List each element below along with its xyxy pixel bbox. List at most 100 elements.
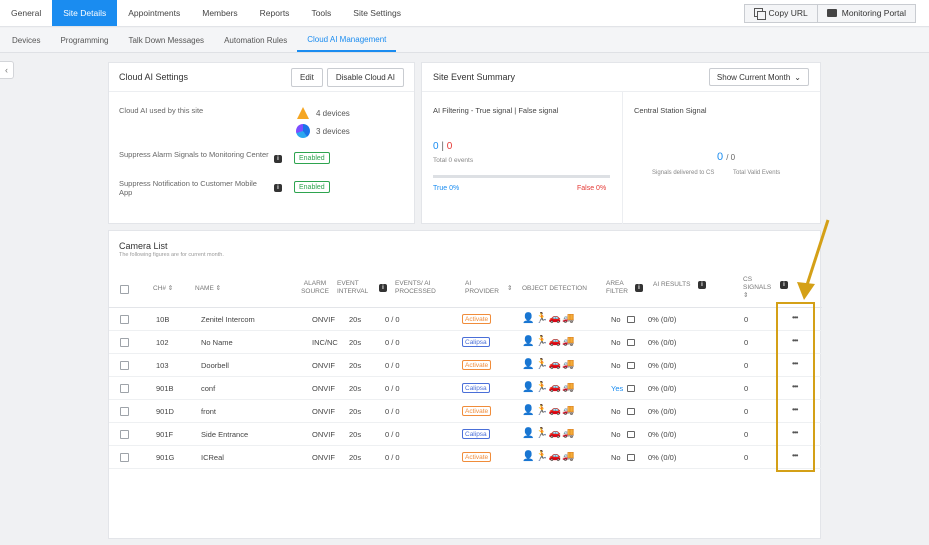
alarm-source-cell: ONVIF [312, 453, 335, 462]
tab-talk-down-messages[interactable]: Talk Down Messages [118, 28, 214, 52]
ai-filtering-counts: 0 | 0 [433, 141, 452, 152]
alarm-source-cell: ONVIF [312, 361, 335, 370]
central-station-title: Central Station Signal [634, 106, 707, 115]
header-alarm-source: ALARM SOURCE [301, 280, 329, 295]
area-filter-cell: No [611, 453, 621, 462]
name-cell: front [201, 407, 217, 416]
tab-tools[interactable]: Tools [300, 0, 342, 26]
name-cell: No Name [201, 338, 233, 347]
ai-results-cell: 0% (0/0) [648, 453, 677, 462]
event-interval-cell: 20s [349, 361, 362, 370]
monitoring-portal-button[interactable]: Monitoring Portal [817, 3, 916, 23]
header-cs-signals[interactable]: CS SIGNALS ⇕ [743, 276, 771, 300]
chevron-left-icon: ‹ [5, 65, 8, 75]
sort-icon[interactable]: ⇕ [507, 285, 512, 293]
header-ch[interactable]: CH# ⇕ [153, 285, 173, 293]
copy-url-label: Copy URL [768, 8, 808, 18]
image-icon[interactable] [627, 454, 635, 461]
image-icon[interactable] [627, 339, 635, 346]
collapse-sidebar-button[interactable]: ‹ [0, 61, 14, 79]
tab-programming[interactable]: Programming [50, 28, 118, 52]
event-interval-cell: 20s [349, 384, 362, 393]
alarm-source-cell: ONVIF [312, 407, 335, 416]
image-icon[interactable] [627, 385, 635, 392]
copy-url-button[interactable]: Copy URL [743, 3, 818, 23]
event-interval-cell: 20s [349, 453, 362, 462]
ai-filtering-title: AI Filtering - True signal | False signa… [433, 106, 559, 115]
tab-automation-rules[interactable]: Automation Rules [214, 28, 297, 52]
info-icon[interactable]: i [780, 281, 788, 289]
select-all-checkbox[interactable] [120, 285, 129, 294]
row-checkbox[interactable] [120, 361, 129, 370]
events-cell: 0 / 0 [385, 430, 400, 439]
row-checkbox[interactable] [120, 430, 129, 439]
area-filter-cell: No [611, 430, 621, 439]
info-icon[interactable]: i [379, 284, 387, 292]
object-detection-icons: 👤🏃🚗🚚 [522, 428, 576, 439]
table-row: 901B conf ONVIF 20s 0 / 0 Calipsa 👤🏃🚗🚚 Yes 0% (0… [109, 377, 822, 400]
header-event-interval: EVENT INTERVAL [337, 280, 369, 295]
row-checkbox[interactable] [120, 338, 129, 347]
tab-site-settings[interactable]: Site Settings [342, 0, 412, 26]
area-filter-cell: Yes [611, 384, 624, 393]
ai-provider-tag[interactable]: Activate [462, 314, 492, 324]
tab-appointments[interactable]: Appointments [117, 0, 191, 26]
provider-a-icon [296, 106, 310, 120]
ai-provider-tag[interactable]: Calipsa [462, 337, 490, 347]
row-checkbox[interactable] [120, 315, 129, 324]
monitor-icon [826, 9, 837, 17]
true-count: 0 [433, 141, 439, 152]
ai-provider-tag[interactable]: Activate [462, 360, 492, 370]
info-icon[interactable]: i [274, 155, 282, 163]
true-false-bar [433, 175, 610, 178]
edit-button[interactable]: Edit [291, 67, 323, 87]
info-icon[interactable]: i [274, 184, 282, 192]
row-checkbox[interactable] [120, 453, 129, 462]
image-icon[interactable] [627, 431, 635, 438]
table-row: 10B Zenitel Intercom ONVIF 20s 0 / 0 Activate… [109, 308, 822, 331]
cs-signals-cell: 0 [744, 407, 749, 416]
ai-provider-tag[interactable]: Activate [462, 452, 492, 462]
cs-valid-label: Total Valid Events [733, 170, 781, 176]
header-object-detection: OBJECT DETECTION [522, 285, 587, 292]
disable-cloud-ai-button[interactable]: Disable Cloud AI [326, 67, 404, 87]
channel-cell: 102 [156, 338, 169, 347]
provider-b-count: 3 devices [316, 126, 350, 136]
provider-a-devices: 4 devices [296, 106, 350, 120]
info-icon[interactable]: i [698, 281, 706, 289]
area-filter-cell: No [611, 315, 621, 324]
highlight-box [776, 302, 815, 472]
image-icon[interactable] [627, 362, 635, 369]
image-icon[interactable] [627, 316, 635, 323]
channel-cell: 901F [156, 430, 174, 439]
name-cell: ICReal [201, 453, 224, 462]
tab-reports[interactable]: Reports [249, 0, 301, 26]
monitoring-portal-label: Monitoring Portal [841, 8, 906, 18]
info-icon[interactable]: i [635, 284, 643, 292]
camera-list-panel: Camera List The following figures are fo… [108, 230, 822, 539]
channel-cell: 103 [156, 361, 169, 370]
cloud-ai-settings-panel: Cloud AI Settings Edit Disable Cloud AI … [108, 62, 415, 224]
camera-list-title: Camera List [119, 241, 168, 251]
camera-list-subtitle: The following figures are for current mo… [119, 252, 224, 258]
tab-site-details[interactable]: Site Details [52, 0, 118, 26]
image-icon[interactable] [627, 408, 635, 415]
events-cell: 0 / 0 [385, 407, 400, 416]
row-checkbox[interactable] [120, 384, 129, 393]
tab-general[interactable]: General [0, 0, 52, 26]
ai-provider-tag[interactable]: Activate [462, 406, 492, 416]
ai-provider-tag[interactable]: Calipsa [462, 429, 490, 439]
period-select[interactable]: Show Current Month ⌄ [708, 68, 809, 86]
header-name[interactable]: NAME ⇕ [195, 285, 221, 293]
event-interval-cell: 20s [349, 338, 362, 347]
provider-b-devices: 3 devices [296, 124, 350, 138]
name-cell: conf [201, 384, 216, 393]
events-cell: 0 / 0 [385, 315, 400, 324]
tab-members[interactable]: Members [191, 0, 248, 26]
ai-provider-tag[interactable]: Calipsa [462, 383, 490, 393]
tab-cloud-ai-management[interactable]: Cloud AI Management [297, 28, 397, 52]
tab-devices[interactable]: Devices [2, 28, 50, 52]
annotation-arrow-icon [797, 219, 830, 300]
row-checkbox[interactable] [120, 407, 129, 416]
event-interval-cell: 20s [349, 430, 362, 439]
